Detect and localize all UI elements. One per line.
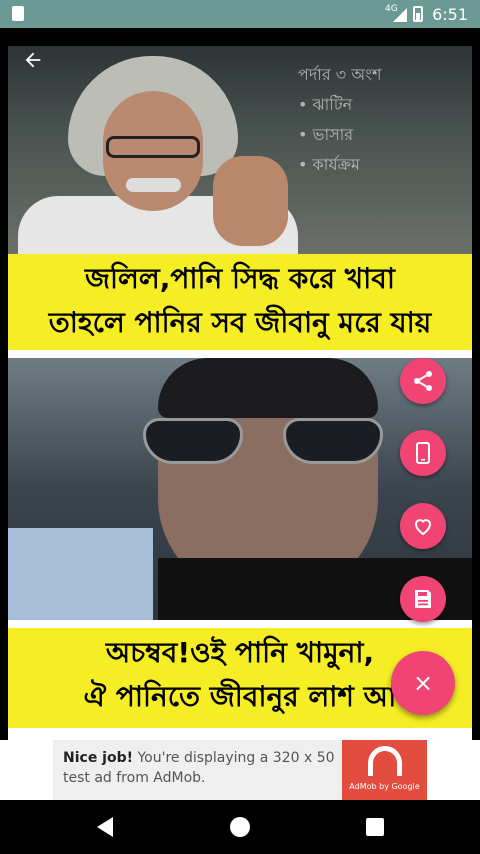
meme-panel-top: পর্দার ৩ অংশ • ঝাটিন • ভাসার • কার্যক্রম — [8, 46, 472, 254]
meme-panel-bottom — [8, 358, 472, 620]
phone-icon — [416, 442, 430, 464]
admob-logo: AdMob by Google — [342, 740, 427, 800]
ad-banner[interactable]: Nice job! You're displaying a 320 x 50 t… — [0, 740, 480, 800]
nav-back-icon[interactable] — [97, 817, 113, 837]
close-icon: × — [412, 669, 434, 697]
share-icon — [414, 371, 432, 391]
share-button[interactable] — [400, 358, 446, 404]
nav-home-icon[interactable] — [230, 817, 250, 837]
close-menu-button[interactable]: × — [391, 651, 455, 715]
set-wallpaper-button[interactable] — [400, 430, 446, 476]
status-bar: 4G 6:51 — [0, 0, 480, 28]
favorite-button[interactable] — [400, 503, 446, 549]
clock: 6:51 — [432, 5, 468, 24]
nav-recents-icon[interactable] — [366, 818, 384, 836]
navigation-bar — [0, 800, 480, 854]
test-ad[interactable]: Nice job! You're displaying a 320 x 50 t… — [53, 740, 427, 800]
signal-icon — [393, 8, 407, 22]
back-arrow-icon[interactable] — [18, 48, 48, 78]
blackboard-text: পর্দার ৩ অংশ • ঝাটিন • ভাসার • কার্যক্রম — [298, 65, 382, 174]
heart-icon — [414, 519, 432, 536]
ad-text: Nice job! You're displaying a 320 x 50 t… — [63, 750, 335, 786]
meme-image: পর্দার ৩ অংশ • ঝাটিন • ভাসার • কার্যক্রম… — [8, 46, 472, 746]
save-icon — [415, 590, 431, 608]
battery-icon — [413, 6, 423, 22]
save-button[interactable] — [400, 576, 446, 622]
sd-card-icon — [12, 6, 24, 21]
admob-mark-icon — [368, 746, 402, 776]
caption-top: জলিল,পানি সিদ্ধ করে খাবা তাহলে পানির সব … — [8, 254, 472, 350]
